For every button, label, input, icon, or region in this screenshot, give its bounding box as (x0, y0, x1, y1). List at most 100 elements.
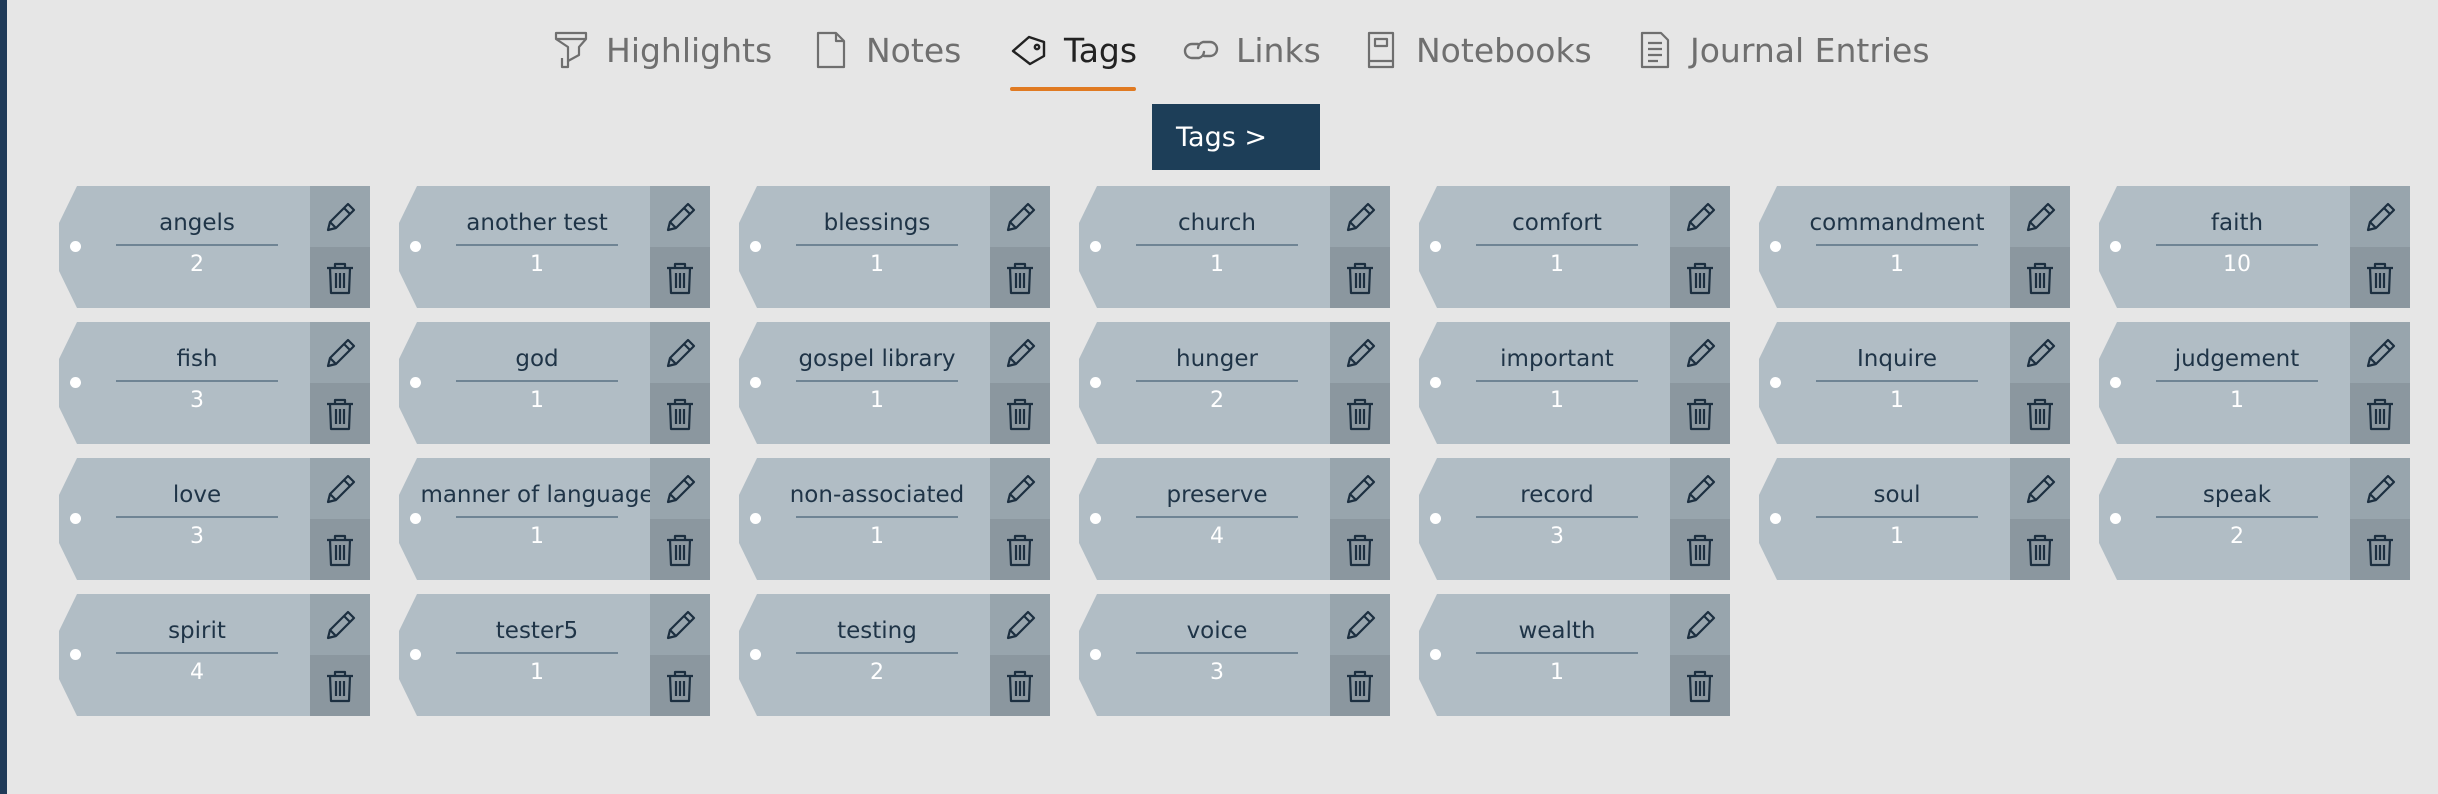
tag-body[interactable]: voice 3 (1079, 594, 1330, 716)
delete-tag-button[interactable] (650, 655, 710, 716)
tag-body[interactable]: fish 3 (59, 322, 310, 444)
tag-body[interactable]: important 1 (1419, 322, 1670, 444)
pencil-icon (2366, 474, 2396, 503)
delete-tag-button[interactable] (2010, 519, 2070, 580)
tag-body[interactable]: judgement 1 (2099, 322, 2350, 444)
edit-tag-button[interactable] (1670, 322, 1730, 383)
tag-body[interactable]: spirit 4 (59, 594, 310, 716)
delete-tag-button[interactable] (650, 247, 710, 308)
tag-hole (1090, 241, 1101, 252)
delete-tag-button[interactable] (650, 383, 710, 444)
edit-tag-button[interactable] (1330, 458, 1390, 519)
pencil-icon (1006, 338, 1036, 367)
tab-notes[interactable]: Notes (812, 22, 961, 78)
pencil-icon (666, 338, 696, 367)
edit-tag-button[interactable] (310, 186, 370, 247)
tag-body[interactable]: faith 10 (2099, 186, 2350, 308)
edit-tag-button[interactable] (650, 322, 710, 383)
tag-body[interactable]: record 3 (1419, 458, 1670, 580)
edit-tag-button[interactable] (1670, 458, 1730, 519)
edit-tag-button[interactable] (990, 322, 1050, 383)
tag-divider (116, 244, 278, 246)
delete-tag-button[interactable] (650, 519, 710, 580)
delete-tag-button[interactable] (310, 247, 370, 308)
journal-icon (1640, 31, 1670, 69)
edit-tag-button[interactable] (310, 458, 370, 519)
edit-tag-button[interactable] (1330, 594, 1390, 655)
delete-tag-button[interactable] (1670, 519, 1730, 580)
delete-tag-button[interactable] (2010, 247, 2070, 308)
tag-body[interactable]: tester5 1 (399, 594, 650, 716)
tab-links[interactable]: Links (1182, 22, 1321, 78)
tag-body[interactable]: comfort 1 (1419, 186, 1670, 308)
tag-body[interactable]: another test 1 (399, 186, 650, 308)
tag-body[interactable]: manner of language 1 (399, 458, 650, 580)
edit-tag-button[interactable] (1670, 594, 1730, 655)
tab-journal-entries[interactable]: Journal Entries (1636, 22, 1930, 78)
breadcrumb[interactable]: Tags > (1152, 104, 1320, 170)
tag-body[interactable]: soul 1 (1759, 458, 2010, 580)
delete-tag-button[interactable] (310, 519, 370, 580)
edit-tag-button[interactable] (2010, 186, 2070, 247)
tag-body[interactable]: preserve 4 (1079, 458, 1330, 580)
delete-tag-button[interactable] (1670, 655, 1730, 716)
edit-tag-button[interactable] (310, 322, 370, 383)
pencil-icon (2366, 338, 2396, 367)
tag-body[interactable]: testing 2 (739, 594, 990, 716)
edit-tag-button[interactable] (2010, 458, 2070, 519)
tag-body[interactable]: church 1 (1079, 186, 1330, 308)
edit-tag-button[interactable] (990, 458, 1050, 519)
delete-tag-button[interactable] (310, 655, 370, 716)
edit-tag-button[interactable] (650, 594, 710, 655)
edit-tag-button[interactable] (2010, 322, 2070, 383)
tag-name: Inquire (1856, 346, 1938, 372)
edit-tag-button[interactable] (1330, 322, 1390, 383)
delete-tag-button[interactable] (990, 519, 1050, 580)
tab-label: Highlights (606, 30, 773, 70)
tag-body[interactable]: speak 2 (2099, 458, 2350, 580)
edit-tag-button[interactable] (650, 458, 710, 519)
delete-tag-button[interactable] (1330, 655, 1390, 716)
tag-count: 1 (870, 388, 884, 413)
tag-actions (990, 186, 1050, 308)
delete-tag-button[interactable] (1330, 383, 1390, 444)
tag-count: 1 (530, 660, 544, 685)
edit-tag-button[interactable] (2350, 186, 2410, 247)
edit-tag-button[interactable] (1670, 186, 1730, 247)
delete-tag-button[interactable] (2010, 383, 2070, 444)
delete-tag-button[interactable] (1330, 247, 1390, 308)
tag-body[interactable]: Inquire 1 (1759, 322, 2010, 444)
tag-actions (310, 186, 370, 308)
trash-icon (1347, 670, 1373, 702)
tag-body[interactable]: blessings 1 (739, 186, 990, 308)
tag-body[interactable]: love 3 (59, 458, 310, 580)
edit-tag-button[interactable] (650, 186, 710, 247)
edit-tag-button[interactable] (2350, 458, 2410, 519)
edit-tag-button[interactable] (1330, 186, 1390, 247)
delete-tag-button[interactable] (2350, 247, 2410, 308)
edit-tag-button[interactable] (990, 594, 1050, 655)
tag-body[interactable]: gospel library 1 (739, 322, 990, 444)
tab-notebooks[interactable]: Notebooks (1362, 22, 1592, 78)
tag-count: 1 (530, 388, 544, 413)
tab-tags[interactable]: Tags (1010, 22, 1137, 78)
edit-tag-button[interactable] (990, 186, 1050, 247)
delete-tag-button[interactable] (990, 383, 1050, 444)
tag-body[interactable]: wealth 1 (1419, 594, 1670, 716)
delete-tag-button[interactable] (990, 655, 1050, 716)
delete-tag-button[interactable] (990, 247, 1050, 308)
delete-tag-button[interactable] (2350, 383, 2410, 444)
tag-body[interactable]: angels 2 (59, 186, 310, 308)
delete-tag-button[interactable] (1330, 519, 1390, 580)
delete-tag-button[interactable] (1670, 383, 1730, 444)
tab-highlights[interactable]: Highlights (552, 22, 772, 78)
edit-tag-button[interactable] (310, 594, 370, 655)
tag-body[interactable]: god 1 (399, 322, 650, 444)
edit-tag-button[interactable] (2350, 322, 2410, 383)
delete-tag-button[interactable] (1670, 247, 1730, 308)
tag-body[interactable]: commandment 1 (1759, 186, 2010, 308)
tag-body[interactable]: non-associated 1 (739, 458, 990, 580)
delete-tag-button[interactable] (310, 383, 370, 444)
delete-tag-button[interactable] (2350, 519, 2410, 580)
tag-body[interactable]: hunger 2 (1079, 322, 1330, 444)
